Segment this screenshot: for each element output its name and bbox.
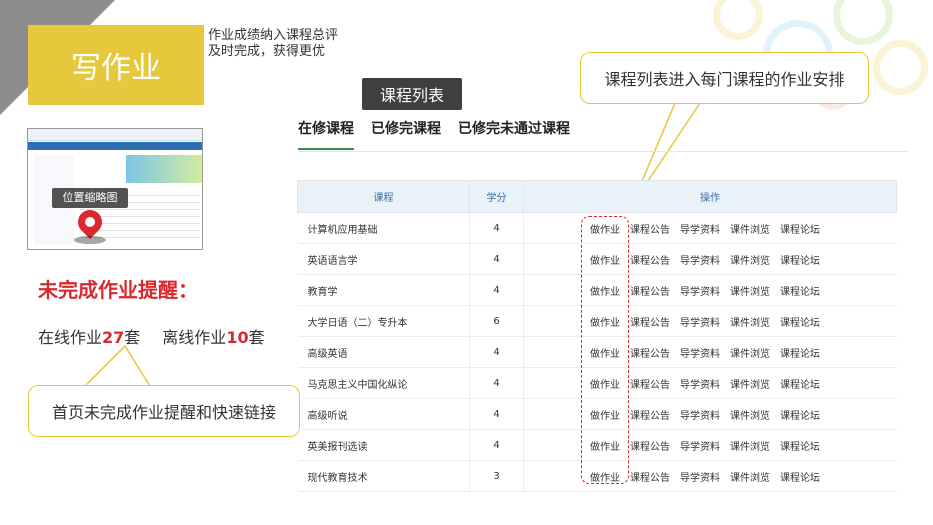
course-notice-link[interactable]: 课程公告	[630, 345, 670, 360]
course-list-tag: 课程列表	[362, 78, 462, 110]
header-ops: 操作	[523, 180, 897, 213]
course-notice-link[interactable]: 课程公告	[630, 469, 670, 484]
course-credit: 4	[469, 243, 524, 275]
course-notice-link[interactable]: 课程公告	[630, 407, 670, 422]
header-credit: 学分	[469, 180, 524, 213]
course-actions: 做作业 课程公告 导学资料 课件浏览 课程论坛	[523, 398, 897, 430]
course-name: 高级听说	[297, 398, 470, 430]
courseware-link[interactable]: 课件浏览	[730, 407, 770, 422]
course-actions: 做作业 课程公告 导学资料 课件浏览 课程论坛	[523, 429, 897, 461]
course-forum-link[interactable]: 课程论坛	[780, 438, 820, 453]
course-credit: 4	[469, 274, 524, 306]
course-notice-link[interactable]: 课程公告	[630, 252, 670, 267]
courseware-link[interactable]: 课件浏览	[730, 438, 770, 453]
courseware-link[interactable]: 课件浏览	[730, 252, 770, 267]
course-forum-link[interactable]: 课程论坛	[780, 221, 820, 236]
course-name: 现代教育技术	[297, 460, 470, 492]
study-guide-link[interactable]: 导学资料	[680, 252, 720, 267]
course-notice-link[interactable]: 课程公告	[630, 283, 670, 298]
course-name: 马克思主义中国化纵论	[297, 367, 470, 399]
course-tabs: 在修课程 已修完课程 已修完未通过课程	[298, 118, 587, 150]
header-course: 课程	[297, 180, 470, 213]
course-name: 高级英语	[297, 336, 470, 368]
study-guide-link[interactable]: 导学资料	[680, 376, 720, 391]
course-forum-link[interactable]: 课程论坛	[780, 376, 820, 391]
courseware-link[interactable]: 课件浏览	[730, 469, 770, 484]
study-guide-link[interactable]: 导学资料	[680, 345, 720, 360]
study-guide-link[interactable]: 导学资料	[680, 314, 720, 329]
course-name: 计算机应用基础	[297, 212, 470, 244]
study-guide-link[interactable]: 导学资料	[680, 221, 720, 236]
study-guide-link[interactable]: 导学资料	[680, 469, 720, 484]
course-actions: 做作业 课程公告 导学资料 课件浏览 课程论坛	[523, 243, 897, 275]
callout-course-list: 课程列表进入每门课程的作业安排	[580, 52, 869, 104]
tab-current-courses[interactable]: 在修课程	[298, 118, 354, 150]
course-forum-link[interactable]: 课程论坛	[780, 345, 820, 360]
course-name: 教育学	[297, 274, 470, 306]
do-homework-highlight	[581, 216, 629, 484]
courseware-link[interactable]: 课件浏览	[730, 283, 770, 298]
course-notice-link[interactable]: 课程公告	[630, 376, 670, 391]
course-credit: 6	[469, 305, 524, 337]
course-notice-link[interactable]: 课程公告	[630, 221, 670, 236]
course-name: 英美报刊选读	[297, 429, 470, 461]
courseware-link[interactable]: 课件浏览	[730, 345, 770, 360]
tab-failed-courses[interactable]: 已修完未通过课程	[458, 118, 570, 150]
course-actions: 做作业 课程公告 导学资料 课件浏览 课程论坛	[523, 274, 897, 306]
course-name: 英语语言学	[297, 243, 470, 275]
table-header-row: 课程 学分 操作	[297, 180, 897, 213]
callout-home-reminder: 首页未完成作业提醒和快速链接	[28, 385, 300, 437]
courseware-link[interactable]: 课件浏览	[730, 376, 770, 391]
study-guide-link[interactable]: 导学资料	[680, 438, 720, 453]
course-credit: 3	[469, 460, 524, 492]
course-actions: 做作业 课程公告 导学资料 课件浏览 课程论坛	[523, 460, 897, 492]
study-guide-link[interactable]: 导学资料	[680, 283, 720, 298]
study-guide-link[interactable]: 导学资料	[680, 407, 720, 422]
course-credit: 4	[469, 429, 524, 461]
course-actions: 做作业 课程公告 导学资料 课件浏览 课程论坛	[523, 305, 897, 337]
course-actions: 做作业 课程公告 导学资料 课件浏览 课程论坛	[523, 367, 897, 399]
tabs-divider	[298, 151, 908, 152]
course-name: 大学日语（二）专升本	[297, 305, 470, 337]
tab-completed-courses[interactable]: 已修完课程	[371, 118, 441, 150]
course-credit: 4	[469, 398, 524, 430]
course-forum-link[interactable]: 课程论坛	[780, 252, 820, 267]
course-notice-link[interactable]: 课程公告	[630, 438, 670, 453]
course-forum-link[interactable]: 课程论坛	[780, 407, 820, 422]
course-notice-link[interactable]: 课程公告	[630, 314, 670, 329]
course-forum-link[interactable]: 课程论坛	[780, 314, 820, 329]
course-actions: 做作业 课程公告 导学资料 课件浏览 课程论坛	[523, 212, 897, 244]
courseware-link[interactable]: 课件浏览	[730, 221, 770, 236]
course-forum-link[interactable]: 课程论坛	[780, 283, 820, 298]
course-credit: 4	[469, 367, 524, 399]
course-credit: 4	[469, 212, 524, 244]
courseware-link[interactable]: 课件浏览	[730, 314, 770, 329]
course-forum-link[interactable]: 课程论坛	[780, 469, 820, 484]
course-credit: 4	[469, 336, 524, 368]
course-actions: 做作业 课程公告 导学资料 课件浏览 课程论坛	[523, 336, 897, 368]
